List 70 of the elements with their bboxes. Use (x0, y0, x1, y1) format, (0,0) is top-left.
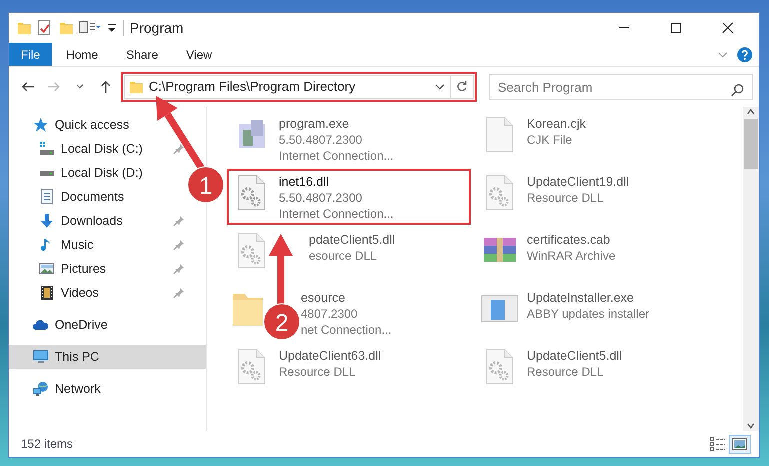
help-icon[interactable] (737, 46, 753, 62)
folder-icon (129, 79, 143, 95)
address-field[interactable]: C:\Program Files\Program Directory (124, 75, 450, 99)
large-icons-view-button[interactable] (729, 434, 751, 454)
file-detail: Resource DLL (527, 190, 605, 206)
back-arrow-icon[interactable] (21, 80, 35, 94)
document-icon (39, 189, 55, 205)
file-detail: 4807.2300 (301, 306, 359, 322)
file-name: inet16.dll (279, 174, 330, 190)
scroll-thumb[interactable] (744, 119, 758, 169)
up-arrow-icon[interactable] (99, 80, 113, 94)
sidebar-item[interactable]: Quick access (9, 113, 193, 137)
scrollbar[interactable] (743, 107, 759, 431)
file-name: certificates.cab (527, 232, 612, 248)
film-icon (39, 285, 55, 301)
file-detail: 5.50.4807.2300 (279, 190, 364, 206)
refresh-button[interactable] (450, 75, 474, 99)
file-name: pdateClient5.dll (309, 232, 396, 248)
file-name: esource (301, 290, 346, 306)
download-arrow-icon (39, 213, 55, 229)
step-marker: 2 (264, 304, 300, 340)
sidebar-item[interactable]: Pictures (9, 257, 193, 281)
file-detail: ABBY updates installer (527, 306, 650, 322)
properties-icon[interactable] (37, 20, 53, 36)
drive-icon (39, 141, 55, 157)
file-name: UpdateClient63.dll (279, 348, 382, 364)
search-icon[interactable] (731, 82, 745, 97)
file-detail: Resource DLL (279, 364, 357, 380)
file-detail: esource DLL (309, 248, 378, 264)
annotation-arrow (269, 234, 293, 306)
ribbon-tab[interactable]: Home (52, 43, 112, 66)
star-icon (33, 117, 49, 133)
network-icon (33, 381, 49, 397)
drive-icon (39, 169, 55, 177)
ribbon-tab[interactable]: Share (112, 43, 172, 66)
computer-icon (33, 349, 49, 365)
pin-icon[interactable] (173, 143, 185, 155)
file-name: program.exe (279, 116, 350, 132)
sidebar-item[interactable]: Local Disk (C:) (9, 137, 193, 161)
file-detail: 5.50.4807.2300 (279, 132, 364, 148)
file-menu-tab[interactable]: File (9, 43, 52, 66)
file-detail: Resource DLL (527, 364, 605, 380)
file-detail: WinRAR Archive (527, 248, 616, 264)
customize-toolbar-icon[interactable] (107, 23, 117, 33)
file-name: UpdateClient5.dll (527, 348, 622, 364)
file-name: UpdateClient19.dll (527, 174, 630, 190)
sidebar-item[interactable]: Downloads (9, 209, 193, 233)
file-detail: Internet Connection... (279, 206, 394, 222)
step-marker: 1 (188, 166, 224, 204)
sidebar-item[interactable]: OneDrive (9, 313, 193, 337)
ribbon-tab[interactable]: View (172, 43, 226, 66)
sidebar-item[interactable]: Videos (9, 281, 193, 305)
scroll-down-icon[interactable] (746, 421, 756, 431)
scroll-up-icon[interactable] (746, 107, 756, 117)
sidebar-item[interactable]: Network (9, 377, 193, 401)
refresh-icon[interactable] (456, 81, 468, 93)
maximize-icon[interactable] (670, 22, 682, 34)
file-name: Korean.cjk (527, 116, 586, 132)
view-dropdown-icon[interactable] (79, 21, 101, 35)
window-title: Program (130, 18, 184, 38)
sidebar-item[interactable]: Music (9, 233, 193, 257)
file-name: UpdateInstaller.exe (527, 290, 636, 306)
item-count: 152 items (21, 436, 74, 453)
sidebar-item[interactable]: This PC (9, 345, 206, 369)
file-detail: CJK File (527, 132, 574, 148)
file-detail: Internet Connection... (279, 148, 394, 164)
close-icon[interactable] (722, 22, 734, 34)
search-field[interactable]: Search Program (489, 74, 753, 100)
picture-icon (39, 261, 55, 277)
file-detail: net Connection... (301, 322, 392, 338)
